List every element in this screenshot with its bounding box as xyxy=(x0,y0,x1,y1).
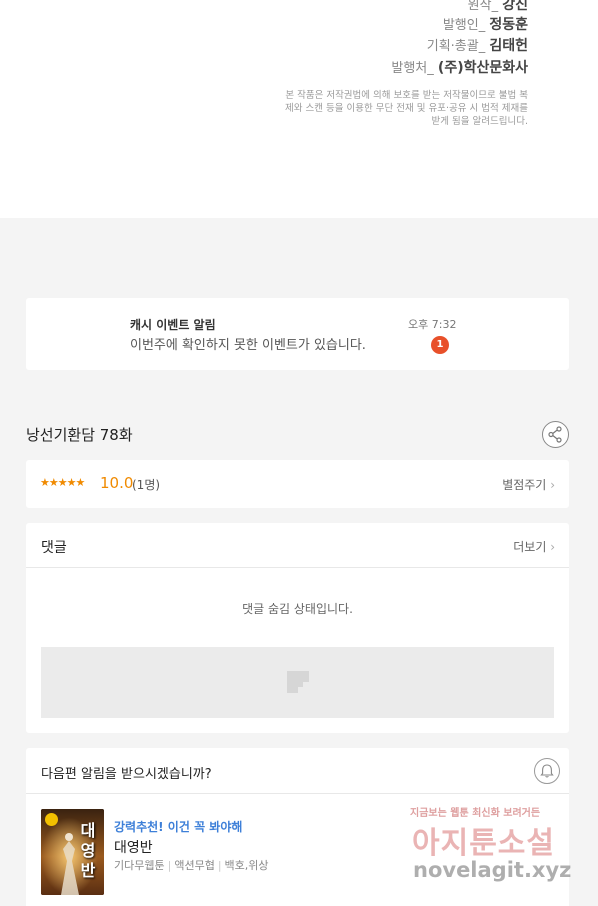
comments-header: 댓글 더보기 › xyxy=(26,523,569,568)
rating-card: ★★★★★ 10.0 (1명) 별점주기 › xyxy=(26,460,569,508)
rate-label: 별점주기 xyxy=(502,478,547,492)
credit-label: 원작_ xyxy=(467,0,499,13)
credit-issuer: 발행처_ (주)학산문화사 xyxy=(391,57,528,77)
credit-label: 발행인_ xyxy=(442,18,486,33)
recommendation-title[interactable]: 대영반 xyxy=(114,837,153,857)
next-episode-header: 다음편 알림을 받으시겠습니까? xyxy=(26,748,569,794)
cash-event-alarm[interactable]: 캐시 이벤트 알림 이번주에 확인하지 못한 이벤트가 있습니다. 오후 7:3… xyxy=(26,298,569,370)
credit-label: 기획·총괄_ xyxy=(426,39,486,54)
alarm-time: 오후 7:32 xyxy=(408,318,457,331)
credit-value: (주)학산문화사 xyxy=(437,60,528,76)
alarm-message: 이번주에 확인하지 못한 이벤트가 있습니다. xyxy=(130,338,366,353)
next-episode-question: 다음편 알림을 받으시겠습니까? xyxy=(41,767,212,782)
comments-hidden-message: 댓글 숨김 상태입니다. xyxy=(242,602,353,616)
episode-title: 낭선기환담 78화 xyxy=(26,426,133,444)
share-button[interactable] xyxy=(542,421,569,448)
notification-bell-button[interactable] xyxy=(534,758,560,784)
rating-count: (1명) xyxy=(132,478,161,492)
copyright-notice: 본 작품은 저작권법에 의해 보호를 받는 저작물이므로 불법 복제와 스캔 등… xyxy=(285,90,528,127)
alarm-title: 캐시 이벤트 알림 xyxy=(130,318,216,332)
chevron-right-icon: › xyxy=(550,478,555,492)
credit-value: 강진 xyxy=(502,0,528,13)
ad-logo-icon xyxy=(287,671,309,693)
credit-value: 정동훈 xyxy=(489,17,528,33)
alarm-count-badge: 1 xyxy=(431,336,449,354)
credit-original: 원작_ 강진 xyxy=(468,0,528,14)
thumbnail-title: 대영반 xyxy=(80,821,96,880)
recommendation-thumbnail[interactable]: 대영반 xyxy=(41,809,104,895)
credit-planning: 기획·총괄_ 김태헌 xyxy=(427,35,528,55)
rating-stars: ★★★★★ xyxy=(40,476,85,489)
genre-tag: 액션무협 xyxy=(174,859,215,872)
comments-more-button[interactable]: 더보기 › xyxy=(513,538,555,555)
more-label: 더보기 xyxy=(513,540,547,554)
ad-placeholder xyxy=(41,647,554,718)
next-episode-card: 다음편 알림을 받으시겠습니까? 대영반 강력추천! 이건 꼭 봐야해 대영반 … xyxy=(26,748,569,906)
credit-label: 발행처_ xyxy=(391,61,434,76)
bell-icon xyxy=(540,764,554,778)
chevron-right-icon: › xyxy=(550,540,555,554)
recommendation-tag: 강력추천! 이건 꼭 봐야해 xyxy=(114,820,243,834)
credit-value: 김태헌 xyxy=(489,38,528,54)
rating-score: 10.0 xyxy=(100,474,134,492)
genre-tag: 백호,위상 xyxy=(224,859,269,872)
credits-section: 원작_ 강진 발행인_ 정동훈 기획·총괄_ 김태헌 발행처_ (주)학산문화사… xyxy=(0,0,598,218)
comments-card: 댓글 더보기 › 댓글 숨김 상태입니다. xyxy=(26,523,569,733)
rate-button[interactable]: 별점주기 › xyxy=(502,476,555,493)
credit-publisher: 발행인_ 정동훈 xyxy=(443,14,528,34)
share-icon xyxy=(548,426,562,443)
comments-title: 댓글 xyxy=(41,540,67,556)
recommendation-genres: 기다무웹툰 | 액션무협 | 백호,위상 xyxy=(114,859,269,872)
clock-icon xyxy=(45,813,58,826)
genre-tag: 기다무웹툰 xyxy=(114,859,165,872)
